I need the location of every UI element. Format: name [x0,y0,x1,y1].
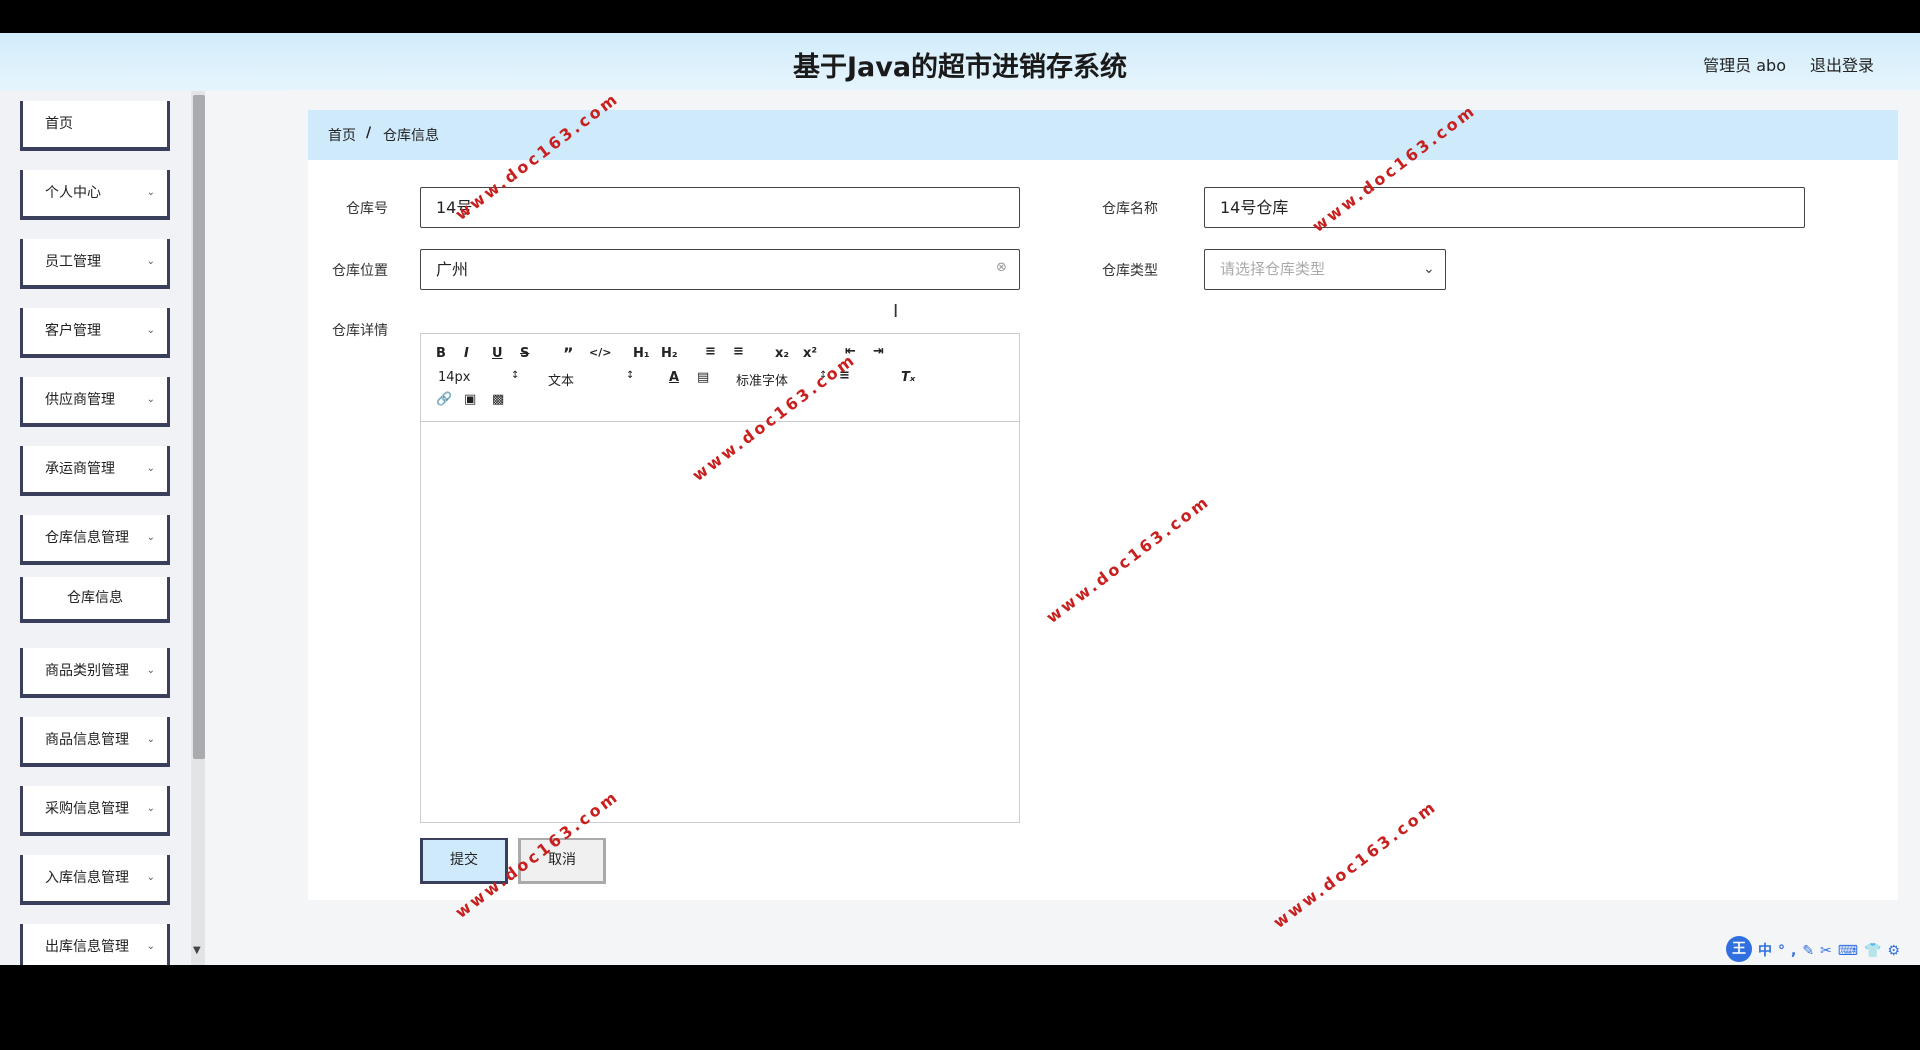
link-icon[interactable]: 🔗 [436,392,452,407]
main-content: 首页 / 仓库信息 仓库号 14号 仓库名称 14号仓库 仓库位置 广州 ⊗ 仓… [288,90,1920,965]
sidebar-item-label: 客户管理 [45,323,101,339]
editor-toolbar: B I U S ” </> H₁ H₂ ≡ ≡ x₂ x² ⇤ ⇥ 14px ↕ [421,334,1019,422]
ime-toolbar[interactable]: 王 中°,✎✂⌨👕⚙ [1722,936,1920,962]
image-icon[interactable]: ▣ [464,392,476,407]
breadcrumb-home[interactable]: 首页 [328,125,356,145]
font-family-select[interactable]: 标准字体 [736,370,788,389]
code-block-icon[interactable]: </> [589,346,611,359]
sort-arrows-icon: ↕ [511,370,520,381]
heading-1-icon[interactable]: H₁ [633,346,650,361]
chevron-down-icon: ⌄ [146,325,155,336]
ime-tool-icons[interactable]: 中°,✎✂⌨👕⚙ [1758,940,1906,960]
warehouse-no-input[interactable]: 14号 [420,187,1020,228]
blockquote-icon[interactable]: ” [563,344,574,363]
bullet-list-icon[interactable]: ≡ [733,344,744,359]
location-label: 仓库位置 [332,263,388,279]
sidebar-item-purchases[interactable]: 采购信息管理 ⌄ [20,786,170,836]
sidebar-item-products[interactable]: 商品信息管理 ⌄ [20,717,170,767]
sidebar-item-customers[interactable]: 客户管理 ⌄ [20,308,170,358]
font-size-select[interactable]: 14px [438,370,471,385]
chevron-down-icon: ⌄ [146,394,155,405]
chevron-down-icon: ⌄ [146,187,155,198]
chevron-down-icon: ⌄ [146,532,155,543]
sidebar-item-product-categories[interactable]: 商品类别管理 ⌄ [20,648,170,698]
sidebar-scrollbar-thumb[interactable] [193,95,205,759]
submit-button[interactable]: 提交 [420,838,508,884]
indent-icon[interactable]: ⇥ [873,344,884,359]
clear-icon[interactable]: ⊗ [996,260,1007,275]
warehouse-name-input[interactable]: 14号仓库 [1204,187,1805,228]
italic-icon[interactable]: I [464,346,469,361]
sidebar-item-employees[interactable]: 员工管理 ⌄ [20,239,170,289]
header: 基于Java的超市进销存系统 管理员 abo 退出登录 [0,33,1920,91]
clear-format-icon[interactable]: Tₓ [901,370,915,385]
sidebar-item-suppliers[interactable]: 供应商管理 ⌄ [20,377,170,427]
sidebar-item-label: 首页 [45,116,73,132]
location-value: 广州 [436,260,469,279]
rich-text-editor[interactable]: B I U S ” </> H₁ H₂ ≡ ≡ x₂ x² ⇤ ⇥ 14px ↕ [420,333,1020,823]
form-panel: 仓库号 14号 仓库名称 14号仓库 仓库位置 广州 ⊗ 仓库类型 请选择仓库类… [308,160,1898,900]
sidebar-item-profile[interactable]: 个人中心 ⌄ [20,170,170,220]
chevron-down-icon: ⌄ [146,872,155,883]
chevron-down-icon: ⌄ [146,941,155,952]
chevron-down-icon: ⌄ [146,803,155,814]
sidebar-item-inbound[interactable]: 入库信息管理 ⌄ [20,855,170,905]
details-label: 仓库详情 [332,323,388,339]
align-icon[interactable]: ≡ [839,368,850,383]
chevron-down-icon: ⌄ [146,256,155,267]
chevron-down-icon: ⌄ [146,734,155,745]
app-title: 基于Java的超市进销存系统 [792,52,1128,83]
background-color-icon[interactable]: ▤ [697,370,709,385]
chevron-down-icon: ⌄ [146,665,155,676]
sidebar-item-label: 商品类别管理 [45,663,129,679]
logout-link[interactable]: 退出登录 [1810,52,1874,76]
sort-arrows-icon: ↕ [626,370,635,381]
breadcrumb-current: 仓库信息 [383,128,439,144]
ordered-list-icon[interactable]: ≡ [705,344,716,359]
text-cursor-icon: I [893,301,899,322]
warehouse-type-select[interactable]: 请选择仓库类型 [1204,249,1446,290]
sidebar-item-label: 入库信息管理 [45,870,129,886]
chevron-down-icon: ⌄ [146,463,155,474]
sidebar-item-outbound[interactable]: 出库信息管理 ⌄ [20,924,170,965]
sidebar-item-warehouse[interactable]: 仓库信息管理 ⌄ [20,515,170,565]
warehouse-type-label: 仓库类型 [1102,263,1158,279]
chevron-down-icon[interactable]: ⌄ [1423,261,1435,277]
underline-icon[interactable]: U [492,346,503,361]
sort-arrows-icon: ↕ [819,370,828,381]
video-icon[interactable]: ▩ [492,392,504,407]
warehouse-no-label: 仓库号 [346,201,388,217]
sidebar: 首页 个人中心 ⌄ 员工管理 ⌄ 客户管理 ⌄ 供应商管理 ⌄ 承运商管理 ⌄ … [0,91,190,965]
outdent-icon[interactable]: ⇤ [845,344,856,359]
sidebar-item-label: 仓库信息管理 [45,530,129,546]
strikethrough-icon[interactable]: S [520,346,529,361]
location-input[interactable]: 广州 [420,249,1020,290]
heading-2-icon[interactable]: H₂ [661,346,678,361]
sidebar-item-label: 供应商管理 [45,392,115,408]
sidebar-item-label: 出库信息管理 [45,939,129,955]
heading-select[interactable]: 文本 [548,370,574,389]
sidebar-item-label: 个人中心 [45,185,101,201]
current-user: 管理员 abo [1703,56,1786,75]
sidebar-item-home[interactable]: 首页 [20,101,170,151]
sidebar-item-label: 承运商管理 [45,461,115,477]
sidebar-item-carriers[interactable]: 承运商管理 ⌄ [20,446,170,496]
superscript-icon[interactable]: x² [803,346,817,361]
sidebar-subitem-label: 仓库信息 [67,590,123,606]
ime-logo-icon[interactable]: 王 [1726,936,1752,962]
bold-icon[interactable]: B [436,346,446,361]
breadcrumb: 首页 / 仓库信息 [308,110,1898,160]
scroll-down-arrow-icon[interactable]: ▼ [193,945,201,956]
breadcrumb-separator: / [366,125,372,141]
sidebar-item-label: 商品信息管理 [45,732,129,748]
sidebar-subitem-warehouse-info[interactable]: 仓库信息 [20,577,170,623]
warehouse-name-label: 仓库名称 [1102,201,1158,217]
cancel-button[interactable]: 取消 [518,838,606,884]
subscript-icon[interactable]: x₂ [775,346,789,361]
sidebar-item-label: 员工管理 [45,254,101,270]
app-screen: 基于Java的超市进销存系统 管理员 abo 退出登录 首页 个人中心 ⌄ 员工… [0,33,1920,965]
sidebar-item-label: 采购信息管理 [45,801,129,817]
font-color-icon[interactable]: A [669,370,679,385]
